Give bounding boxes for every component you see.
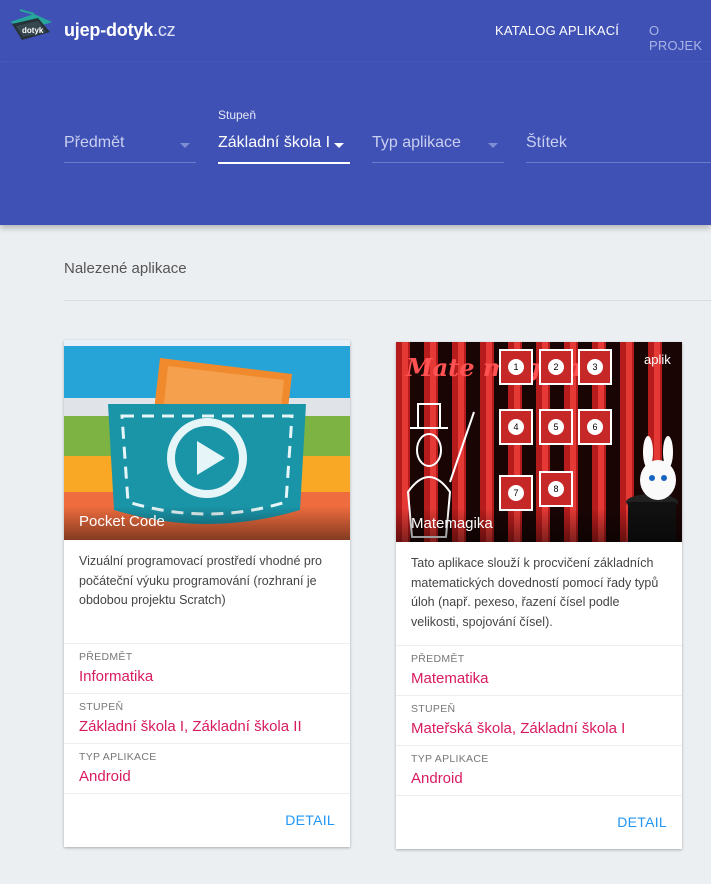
subject-select[interactable]: Předmět [64, 132, 196, 163]
app-title: Pocket Code [79, 513, 165, 530]
logo[interactable]: dotyk [8, 8, 54, 46]
meta-type: TYP APLIKACE Android [396, 745, 682, 795]
nav-catalog[interactable]: KATALOG APLIKACÍ [495, 23, 619, 38]
detail-button[interactable]: DETAIL [617, 814, 667, 830]
meta-subject-label: PŘEDMĚT [411, 653, 465, 665]
meta-subject: PŘEDMĚT Matematika [396, 645, 682, 695]
dropdown-arrow-icon [180, 143, 190, 148]
subject-select-value: Předmět [64, 134, 125, 151]
svg-text:6: 6 [592, 422, 597, 432]
level-select-label: Stupeň [218, 108, 257, 122]
meta-subject: PŘEDMĚT Informatika [64, 643, 350, 693]
app-image-pocket-code[interactable]: Pocket Code [64, 340, 350, 540]
card-actions: DETAIL [64, 793, 350, 847]
brand-tld: .cz [153, 20, 176, 40]
meta-level: STUPEŇ Základní škola I, Základní škola … [64, 693, 350, 743]
detail-button[interactable]: DETAIL [285, 812, 335, 828]
meta-type-value[interactable]: Android [79, 768, 335, 785]
app-card-matemagika: Mate magika 1 2 3 4 5 6 7 8 aplik Matema… [396, 342, 682, 849]
divider [64, 300, 711, 301]
meta-level-value[interactable]: Mateřská škola, Základní škola I [411, 720, 667, 737]
meta-type-value[interactable]: Android [411, 770, 667, 787]
image-corner-text: aplik [644, 352, 671, 367]
meta-subject-value[interactable]: Informatika [79, 668, 335, 685]
meta-subject-value[interactable]: Matematika [411, 670, 667, 687]
meta-level-value[interactable]: Základní škola I, Základní škola II [79, 718, 335, 735]
meta-level-label: STUPEŇ [411, 703, 456, 715]
svg-text:5: 5 [553, 422, 558, 432]
meta-level-label: STUPEŇ [79, 701, 124, 713]
app-image-matemagika[interactable]: Mate magika 1 2 3 4 5 6 7 8 aplik Matema… [396, 342, 682, 542]
brand-main: ujep-dotyk [64, 20, 154, 40]
filter-bar: Předmět Stupeň Základní škola I Typ apli… [0, 62, 711, 225]
app-description: Vizuální programovací prostředí vhodné p… [79, 554, 322, 607]
top-app-bar: dotyk ujep-dotyk.cz KATALOG APLIKACÍ O P… [0, 0, 711, 62]
app-description: Tato aplikace slouží k procvičení základ… [411, 556, 659, 629]
dropdown-arrow-icon [334, 143, 344, 148]
app-type-select[interactable]: Typ aplikace [372, 132, 504, 163]
meta-type-label: TYP APLIKACE [411, 753, 489, 765]
tag-input[interactable]: Štítek [526, 132, 711, 163]
dropdown-arrow-icon [488, 143, 498, 148]
brand-title[interactable]: ujep-dotyk.cz [64, 20, 176, 41]
svg-text:2: 2 [553, 362, 558, 372]
nav-about[interactable]: O PROJEK [649, 23, 711, 53]
level-select-value: Základní škola I [218, 134, 330, 151]
app-type-select-value: Typ aplikace [372, 134, 461, 151]
meta-type: TYP APLIKACE Android [64, 743, 350, 793]
tag-input-placeholder: Štítek [526, 134, 567, 151]
level-select[interactable]: Stupeň Základní škola I [218, 108, 350, 164]
app-card-pocket-code: Pocket Code Vizuální programovací prostř… [64, 340, 350, 847]
results-heading: Nalezené aplikace [64, 260, 187, 277]
svg-text:7: 7 [513, 488, 518, 498]
svg-text:1: 1 [513, 362, 518, 372]
svg-text:3: 3 [592, 362, 597, 372]
logo-icon: dotyk [10, 9, 52, 40]
meta-type-label: TYP APLIKACE [79, 751, 157, 763]
svg-text:8: 8 [553, 484, 558, 494]
logo-text: dotyk [22, 26, 44, 35]
meta-level: STUPEŇ Mateřská škola, Základní škola I [396, 695, 682, 745]
meta-subject-label: PŘEDMĚT [79, 651, 133, 663]
card-actions: DETAIL [396, 795, 682, 849]
app-title: Matemagika [411, 515, 493, 532]
svg-text:4: 4 [513, 422, 518, 432]
